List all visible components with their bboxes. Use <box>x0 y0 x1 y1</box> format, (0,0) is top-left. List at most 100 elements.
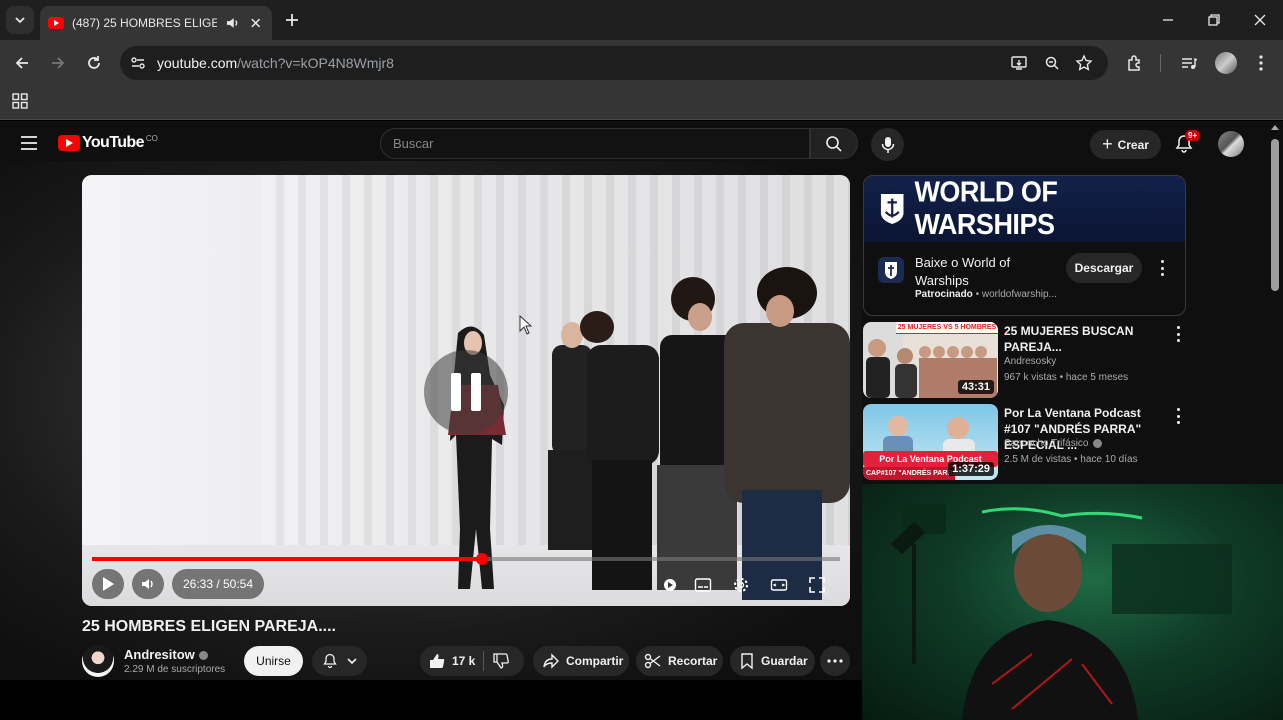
search-button[interactable] <box>810 128 858 159</box>
close-window-icon[interactable] <box>1250 10 1270 30</box>
profile-avatar[interactable] <box>1215 52 1237 74</box>
channel-avatar[interactable] <box>82 645 114 677</box>
browser-tab-bar: (487) 25 HOMBRES ELIGEN PAREJA.... <box>0 0 1283 40</box>
voice-search-button[interactable] <box>871 128 904 161</box>
forward-arrow-icon[interactable] <box>48 53 68 73</box>
share-button[interactable]: Compartir <box>533 646 629 676</box>
create-button[interactable]: + Crear <box>1090 130 1161 159</box>
verified-badge-icon <box>1092 438 1102 448</box>
thumbs-down-icon <box>493 653 510 669</box>
minimize-icon[interactable] <box>1158 10 1178 30</box>
install-app-icon[interactable] <box>1010 54 1028 72</box>
site-info-icon[interactable] <box>129 54 147 72</box>
subtitles-icon[interactable] <box>694 576 712 594</box>
recommended-channel-name[interactable]: Andresosky <box>1004 356 1056 367</box>
youtube-play-logo-icon <box>58 135 80 151</box>
progress-bar[interactable] <box>92 553 840 565</box>
ad-title[interactable]: Baixe o World of Warships <box>915 254 1030 290</box>
reload-icon[interactable] <box>84 53 104 73</box>
bookmark-star-icon[interactable] <box>1075 54 1093 72</box>
video-duration-badge: 1:37:29 <box>948 462 994 476</box>
video-player[interactable]: 26:33 / 50:54 <box>82 175 850 606</box>
microphone-icon <box>881 136 894 153</box>
media-controls-icon[interactable] <box>1179 53 1199 73</box>
bell-icon <box>322 653 337 669</box>
chevron-down-icon <box>346 658 357 665</box>
recommended-channel-name[interactable]: Sancocho Trifásico <box>1004 438 1102 449</box>
play-icon <box>103 577 114 591</box>
verified-badge-icon <box>198 651 208 661</box>
notification-count-badge: 9+ <box>1185 130 1201 141</box>
ad-banner-text: WORLD OF WARSHIPS <box>914 176 1058 241</box>
progress-fill <box>92 557 483 561</box>
tab-search-button[interactable] <box>6 6 34 34</box>
scroll-up-arrow-icon[interactable] <box>1271 125 1279 130</box>
warship-anchor-logo-icon <box>880 193 904 225</box>
more-horizontal-icon <box>827 659 843 663</box>
speaker-icon[interactable] <box>225 15 240 31</box>
search-icon <box>826 135 842 152</box>
recommended-video-title[interactable]: 25 MUJERES BUSCAN PAREJA... <box>1004 323 1164 355</box>
more-actions-button[interactable] <box>820 646 850 676</box>
search-box <box>380 128 810 159</box>
video-more-options-icon[interactable] <box>1177 326 1181 342</box>
ad-app-icon <box>878 257 904 283</box>
channel-name[interactable]: Andresitow <box>124 647 208 662</box>
join-button[interactable]: Unirse <box>244 646 303 676</box>
thumbs-up-icon <box>430 654 445 668</box>
video-duration-badge: 43:31 <box>957 380 994 394</box>
zoom-icon[interactable] <box>1043 54 1061 72</box>
notifications-button[interactable]: 9+ <box>1174 130 1201 156</box>
bookmark-icon <box>741 653 753 670</box>
recommended-video-meta: 967 k vistas • hace 5 meses <box>1004 372 1129 383</box>
ad-download-button[interactable]: Descargar <box>1066 253 1142 283</box>
webcam-image <box>890 504 1232 720</box>
streamer-webcam-overlay <box>862 484 1283 720</box>
browser-menu-icon[interactable] <box>1251 53 1271 73</box>
time-display: 26:33 / 50:54 <box>172 569 264 599</box>
hamburger-menu-icon[interactable] <box>20 135 38 151</box>
subscription-bell-button[interactable] <box>312 646 367 676</box>
browser-tab[interactable]: (487) 25 HOMBRES ELIGEN PAREJA.... <box>40 6 272 40</box>
video-more-options-icon[interactable] <box>1177 408 1181 424</box>
toolbar-divider <box>1160 54 1161 72</box>
pause-overlay-button[interactable] <box>424 350 508 434</box>
mute-button[interactable] <box>132 569 164 599</box>
ad-more-options-icon[interactable] <box>1161 260 1165 276</box>
autoplay-toggle-icon[interactable] <box>661 576 679 594</box>
url-text: youtube.com/watch?v=kOP4N8Wmjr8 <box>157 55 394 71</box>
ad-banner[interactable]: WORLD OF WARSHIPS <box>864 176 1185 242</box>
sponsored-ad-card[interactable]: WORLD OF WARSHIPS Baixe o World of Warsh… <box>863 175 1186 316</box>
apps-grid-icon[interactable] <box>12 93 28 109</box>
fullscreen-icon[interactable] <box>808 576 826 594</box>
search-input[interactable] <box>381 129 809 158</box>
account-avatar[interactable] <box>1218 131 1244 157</box>
save-button[interactable]: Guardar <box>730 646 815 676</box>
recommended-video[interactable]: 25 MUJERES VS 5 HOMBRES 43:31 25 MUJERES… <box>863 322 1183 398</box>
back-arrow-icon[interactable] <box>12 53 32 73</box>
youtube-logo[interactable]: YouTube CO <box>58 134 158 152</box>
clip-button[interactable]: Recortar <box>636 646 723 676</box>
extensions-puzzle-icon[interactable] <box>1125 53 1145 73</box>
recommended-video-meta: 2.5 M de vistas • hace 10 días <box>1004 454 1138 465</box>
close-tab-icon[interactable] <box>247 14 264 32</box>
video-thumbnail[interactable]: 25 MUJERES VS 5 HOMBRES 43:31 <box>863 322 998 398</box>
address-bar[interactable]: youtube.com/watch?v=kOP4N8Wmjr8 <box>120 46 1108 80</box>
scrollbar-thumb[interactable] <box>1271 139 1279 291</box>
bookmarks-bar <box>0 86 1283 120</box>
youtube-masthead: YouTube CO + Crear 9+ <box>0 121 1283 167</box>
video-thumbnail[interactable]: Por La Ventana Podcast CAP#107 "ANDRÉS P… <box>863 404 998 480</box>
share-arrow-icon <box>543 653 559 669</box>
browser-toolbar: youtube.com/watch?v=kOP4N8Wmjr8 <box>0 40 1283 86</box>
play-button[interactable] <box>92 569 124 599</box>
subscriber-count: 2.29 M de suscriptores <box>124 664 226 675</box>
dislike-button[interactable] <box>484 646 510 676</box>
volume-icon <box>142 579 153 589</box>
like-button[interactable]: 17 k <box>420 646 475 676</box>
settings-gear-icon[interactable] <box>732 576 750 594</box>
theater-mode-icon[interactable] <box>770 576 788 594</box>
recommended-video[interactable]: Por La Ventana Podcast CAP#107 "ANDRÉS P… <box>863 404 1183 480</box>
restore-icon[interactable] <box>1204 10 1224 30</box>
video-title: 25 HOMBRES ELIGEN PAREJA.... <box>82 618 336 635</box>
new-tab-plus-icon[interactable] <box>282 10 302 30</box>
